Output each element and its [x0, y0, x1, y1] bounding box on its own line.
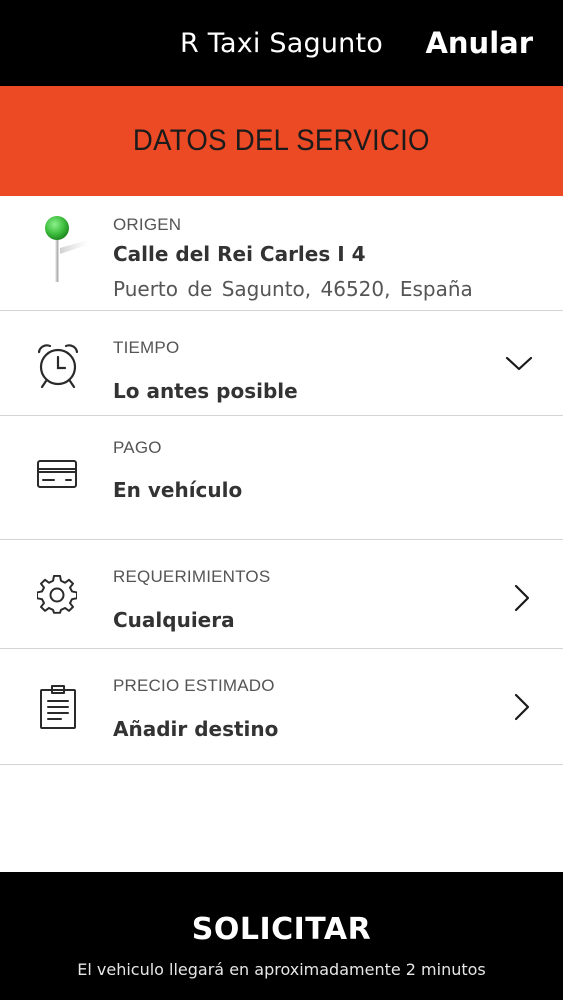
price-value: Añadir destino: [113, 717, 279, 741]
requirements-value: Cualquiera: [113, 608, 235, 632]
origin-label: ORIGEN: [113, 215, 182, 234]
gear-icon: [36, 574, 78, 619]
origin-locality: Puerto de Sagunto, 46520, España: [113, 277, 473, 301]
chevron-down-icon[interactable]: [505, 355, 533, 377]
payment-row[interactable]: PAGO En vehículo: [0, 416, 563, 540]
section-title: DATOS DEL SERVICIO: [133, 124, 430, 157]
alarm-clock-icon: [34, 341, 82, 395]
requirements-label: REQUERIMIENTOS: [113, 567, 271, 586]
price-row[interactable]: PRECIO ESTIMADO Añadir destino: [0, 649, 563, 765]
payment-value: En vehículo: [113, 478, 243, 502]
submit-request-button[interactable]: SOLICITAR El vehiculo llegará en aproxim…: [0, 872, 563, 1000]
section-banner: DATOS DEL SERVICIO: [0, 86, 563, 196]
time-label: TIEMPO: [113, 338, 180, 357]
payment-label: PAGO: [113, 438, 162, 457]
requirements-row[interactable]: REQUERIMIENTOS Cualquiera: [0, 540, 563, 649]
credit-card-icon: [36, 458, 78, 494]
price-label: PRECIO ESTIMADO: [113, 676, 275, 695]
cancel-button[interactable]: Anular: [425, 26, 533, 60]
chevron-right-icon[interactable]: [514, 584, 530, 616]
chevron-right-icon[interactable]: [514, 693, 530, 725]
clipboard-icon: [39, 684, 77, 734]
eta-text: El vehiculo llegará en aproximadamente 2…: [77, 960, 486, 979]
origin-row[interactable]: ORIGEN Calle del Rei Carles I 4 Puerto d…: [0, 196, 563, 311]
time-row[interactable]: TIEMPO Lo antes posible: [0, 311, 563, 416]
map-pin-icon: [38, 214, 94, 290]
submit-label: SOLICITAR: [191, 912, 372, 947]
time-value: Lo antes posible: [113, 379, 298, 403]
origin-street: Calle del Rei Carles I 4: [113, 242, 366, 266]
top-bar: R Taxi Sagunto Anular: [0, 0, 563, 86]
